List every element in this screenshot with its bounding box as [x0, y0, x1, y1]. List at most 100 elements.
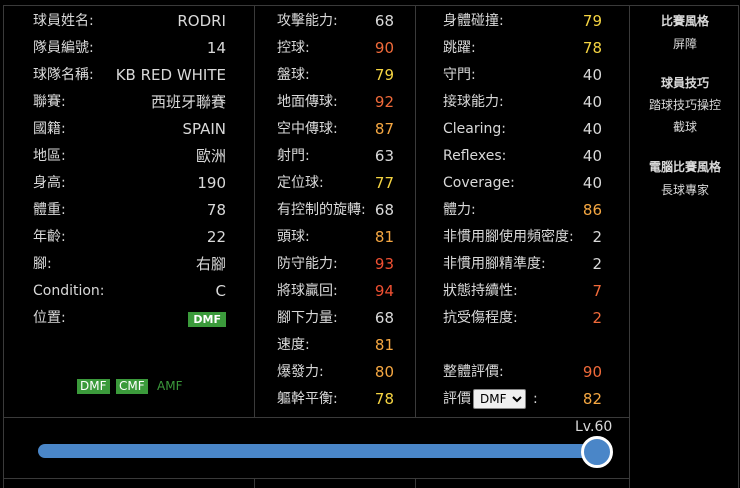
stat-label: 接球能力: [443, 94, 504, 110]
stat-label: 將球贏回: [277, 283, 338, 299]
stat-row: 跳躍: 78 [443, 38, 602, 58]
position-chip: CMF [116, 379, 148, 394]
stat-value: 90 [374, 39, 394, 57]
profile-value: 22 [206, 228, 226, 246]
profile-label: 腳: [33, 256, 52, 272]
stat-value: 2 [592, 309, 602, 327]
stat-value: 7 [592, 282, 602, 300]
stat-row: Reflexes: 40 [443, 146, 602, 166]
stat-label: 防守能力: [277, 256, 338, 272]
overall-label: 整體評價: [443, 364, 504, 380]
stat-value: 40 [582, 147, 602, 165]
divider [3, 5, 739, 6]
stat-row: 速度: 81 [277, 335, 394, 355]
stat-row: 控球: 90 [277, 38, 394, 58]
stat-label: 非慣用腳使用頻密度: [443, 229, 574, 245]
skill-item: 踏球技巧操控 [648, 98, 721, 112]
profile-row: 地區: 歐洲 [33, 146, 226, 166]
divider [415, 5, 416, 418]
stat-row: 體力: 86 [443, 200, 602, 220]
stat-row: 腳下力量: 68 [277, 308, 394, 328]
stat-row: 定位球: 77 [277, 173, 394, 193]
stat-row: 防守能力: 93 [277, 254, 394, 274]
stat-value: 81 [374, 336, 394, 354]
stat-value: 78 [582, 39, 602, 57]
stat-row: 地面傳球: 92 [277, 92, 394, 112]
profile-row: 身高: 190 [33, 173, 226, 193]
position-badge-text: DMF [188, 312, 226, 327]
divider [415, 478, 416, 488]
stat-value: 86 [582, 201, 602, 219]
stat-row: 軀幹平衡: 78 [277, 389, 394, 409]
profile-value: C [215, 282, 226, 300]
profile-value: SPAIN [182, 120, 226, 138]
stat-value: 93 [374, 255, 394, 273]
stat-label: 控球: [277, 40, 310, 56]
stat-value: 2 [592, 255, 602, 273]
profile-row: Condition: C [33, 281, 226, 301]
rating-value: 82 [582, 390, 602, 408]
match-style-value: 屏障 [672, 37, 697, 51]
profile-value: 西班牙聯賽 [150, 93, 226, 111]
stat-row: 非慣用腳精準度: 2 [443, 254, 602, 274]
profile-label: 球隊名稱: [33, 67, 94, 83]
stat-value: 68 [374, 309, 394, 327]
profile-label: 身高: [33, 175, 66, 191]
stat-label: 軀幹平衡: [277, 391, 338, 407]
stat-row: 射門: 63 [277, 146, 394, 166]
stat-value: 68 [374, 201, 394, 219]
divider [254, 5, 255, 418]
overall-row: 整體評價: 90 [443, 362, 602, 382]
profile-label: 隊員編號: [33, 40, 94, 56]
stat-value: 79 [374, 66, 394, 84]
skill-item: 截球 [672, 120, 697, 134]
stat-value: 87 [374, 120, 394, 138]
stat-label: 體力: [443, 202, 476, 218]
divider [3, 478, 630, 479]
divider [629, 5, 630, 488]
stat-label: Reflexes: [443, 148, 507, 164]
level-slider-handle[interactable] [581, 436, 613, 468]
profile-row: 國籍: SPAIN [33, 119, 226, 139]
stat-label: 抗受傷程度: [443, 310, 518, 326]
stat-row: Coverage: 40 [443, 173, 602, 193]
stat-row: 爆發力: 80 [277, 362, 394, 382]
stat-value: 92 [374, 93, 394, 111]
stat-label: 地面傳球: [277, 94, 338, 110]
profile-row: 球隊名稱: KB RED WHITE [33, 65, 226, 85]
match-style-title: 比賽風格 [660, 14, 709, 28]
divider [254, 478, 255, 488]
stat-label: 盤球: [277, 67, 310, 83]
stat-row: 抗受傷程度: 2 [443, 308, 602, 328]
profile-label: 位置: [33, 310, 66, 326]
skills-title: 球員技巧 [660, 76, 709, 90]
profile-value: 78 [206, 201, 226, 219]
stat-row: 狀態持續性: 7 [443, 281, 602, 301]
profile-label: 國籍: [33, 121, 66, 137]
overall-value: 90 [582, 363, 602, 381]
stat-label: 定位球: [277, 175, 324, 191]
stat-label: 有控制的旋轉: [277, 202, 366, 218]
profile-value: 右腳 [195, 255, 226, 273]
stat-row: 守門: 40 [443, 65, 602, 85]
profile-label: 年齡: [33, 229, 66, 245]
stat-label: Clearing: [443, 121, 506, 137]
stat-value: 40 [582, 174, 602, 192]
stat-row: 有控制的旋轉: 68 [277, 200, 394, 220]
stat-label: 射門: [277, 148, 310, 164]
stat-label: 頭球: [277, 229, 310, 245]
stat-label: Coverage: [443, 175, 515, 191]
profile-row: 聯賽: 西班牙聯賽 [33, 92, 226, 112]
level-slider-track[interactable] [38, 444, 598, 458]
stat-row: 盤球: 79 [277, 65, 394, 85]
position-badge: DMF [188, 308, 226, 328]
stat-value: 81 [374, 228, 394, 246]
stat-row: 接球能力: 40 [443, 92, 602, 112]
position-map: DMF CMF AMF [40, 379, 240, 395]
position-chip: DMF [77, 379, 110, 394]
profile-row: 隊員編號: 14 [33, 38, 226, 58]
rating-position-select[interactable]: DMF [473, 389, 526, 409]
stat-label: 速度: [277, 337, 310, 353]
rating-label: 評價 [443, 391, 471, 407]
stat-value: 63 [374, 147, 394, 165]
